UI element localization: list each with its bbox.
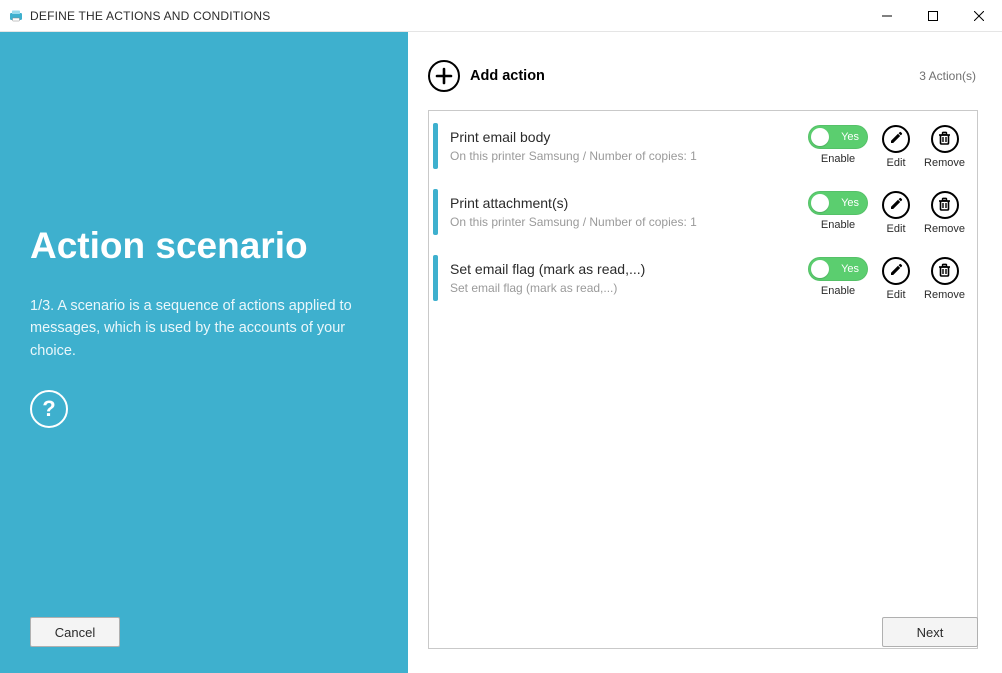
toggle-knob	[811, 194, 829, 212]
action-count-label: 3 Action(s)	[919, 69, 976, 83]
enable-control: Yes Enable	[808, 125, 868, 165]
remove-button[interactable]	[931, 125, 959, 153]
action-subtitle: On this printer Samsung / Number of copi…	[450, 215, 808, 229]
enable-toggle[interactable]: Yes	[808, 191, 868, 215]
enable-control: Yes Enable	[808, 257, 868, 297]
page-description: 1/3. A scenario is a sequence of actions…	[30, 295, 370, 362]
edit-label: Edit	[887, 223, 906, 235]
trash-icon	[938, 131, 951, 148]
toggle-knob	[811, 128, 829, 146]
toggle-on-label: Yes	[841, 263, 859, 275]
plus-icon	[428, 60, 460, 92]
add-action-label: Add action	[470, 68, 545, 84]
edit-control: Edit	[882, 257, 910, 301]
side-panel: Action scenario 1/3. A scenario is a seq…	[0, 32, 408, 673]
action-controls: Yes Enable Edit Remove	[808, 123, 965, 169]
action-accent	[433, 255, 438, 301]
action-accent	[433, 123, 438, 169]
edit-button[interactable]	[882, 125, 910, 153]
remove-control: Remove	[924, 125, 965, 169]
action-text: Print email body On this printer Samsung …	[450, 123, 808, 169]
enable-label: Enable	[821, 153, 855, 165]
add-action-row: Add action 3 Action(s)	[428, 56, 978, 96]
help-icon: ?	[42, 396, 55, 422]
titlebar: DEFINE THE ACTIONS AND CONDITIONS	[0, 0, 1002, 32]
toggle-on-label: Yes	[841, 197, 859, 209]
cancel-button[interactable]: Cancel	[30, 617, 120, 647]
close-button[interactable]	[956, 0, 1002, 32]
maximize-button[interactable]	[910, 0, 956, 32]
enable-label: Enable	[821, 219, 855, 231]
window-controls	[864, 0, 1002, 31]
remove-button[interactable]	[931, 257, 959, 285]
pencil-icon	[889, 197, 903, 214]
cancel-button-label: Cancel	[55, 625, 95, 640]
remove-control: Remove	[924, 191, 965, 235]
window-title: DEFINE THE ACTIONS AND CONDITIONS	[30, 9, 270, 23]
remove-control: Remove	[924, 257, 965, 301]
minimize-button[interactable]	[864, 0, 910, 32]
action-item: Print email body On this printer Samsung …	[433, 115, 973, 177]
next-button[interactable]: Next	[882, 617, 978, 647]
edit-control: Edit	[882, 191, 910, 235]
action-list: Print email body On this printer Samsung …	[428, 110, 978, 649]
edit-control: Edit	[882, 125, 910, 169]
enable-control: Yes Enable	[808, 191, 868, 231]
enable-toggle[interactable]: Yes	[808, 257, 868, 281]
app-icon	[8, 8, 24, 24]
trash-icon	[938, 263, 951, 280]
add-action-button[interactable]: Add action	[428, 60, 545, 92]
edit-button[interactable]	[882, 257, 910, 285]
pencil-icon	[889, 263, 903, 280]
action-controls: Yes Enable Edit Remove	[808, 189, 965, 235]
enable-label: Enable	[821, 285, 855, 297]
action-item: Print attachment(s) On this printer Samsu…	[433, 181, 973, 243]
edit-label: Edit	[887, 289, 906, 301]
action-controls: Yes Enable Edit Remove	[808, 255, 965, 301]
content-area: Add action 3 Action(s) Print email body O…	[408, 32, 1002, 673]
body: Action scenario 1/3. A scenario is a seq…	[0, 32, 1002, 673]
action-text: Set email flag (mark as read,...) Set ema…	[450, 255, 808, 301]
edit-label: Edit	[887, 157, 906, 169]
action-title: Print email body	[450, 129, 808, 145]
help-button[interactable]: ?	[30, 390, 68, 428]
remove-label: Remove	[924, 223, 965, 235]
edit-button[interactable]	[882, 191, 910, 219]
titlebar-left: DEFINE THE ACTIONS AND CONDITIONS	[8, 8, 270, 24]
action-title: Set email flag (mark as read,...)	[450, 261, 808, 277]
remove-button[interactable]	[931, 191, 959, 219]
pencil-icon	[889, 131, 903, 148]
remove-label: Remove	[924, 157, 965, 169]
toggle-knob	[811, 260, 829, 278]
toggle-on-label: Yes	[841, 131, 859, 143]
action-item: Set email flag (mark as read,...) Set ema…	[433, 247, 973, 309]
action-title: Print attachment(s)	[450, 195, 808, 211]
page-title: Action scenario	[30, 226, 378, 267]
action-subtitle: Set email flag (mark as read,...)	[450, 281, 808, 295]
next-button-label: Next	[917, 625, 944, 640]
remove-label: Remove	[924, 289, 965, 301]
enable-toggle[interactable]: Yes	[808, 125, 868, 149]
action-accent	[433, 189, 438, 235]
trash-icon	[938, 197, 951, 214]
action-subtitle: On this printer Samsung / Number of copi…	[450, 149, 808, 163]
action-text: Print attachment(s) On this printer Samsu…	[450, 189, 808, 235]
